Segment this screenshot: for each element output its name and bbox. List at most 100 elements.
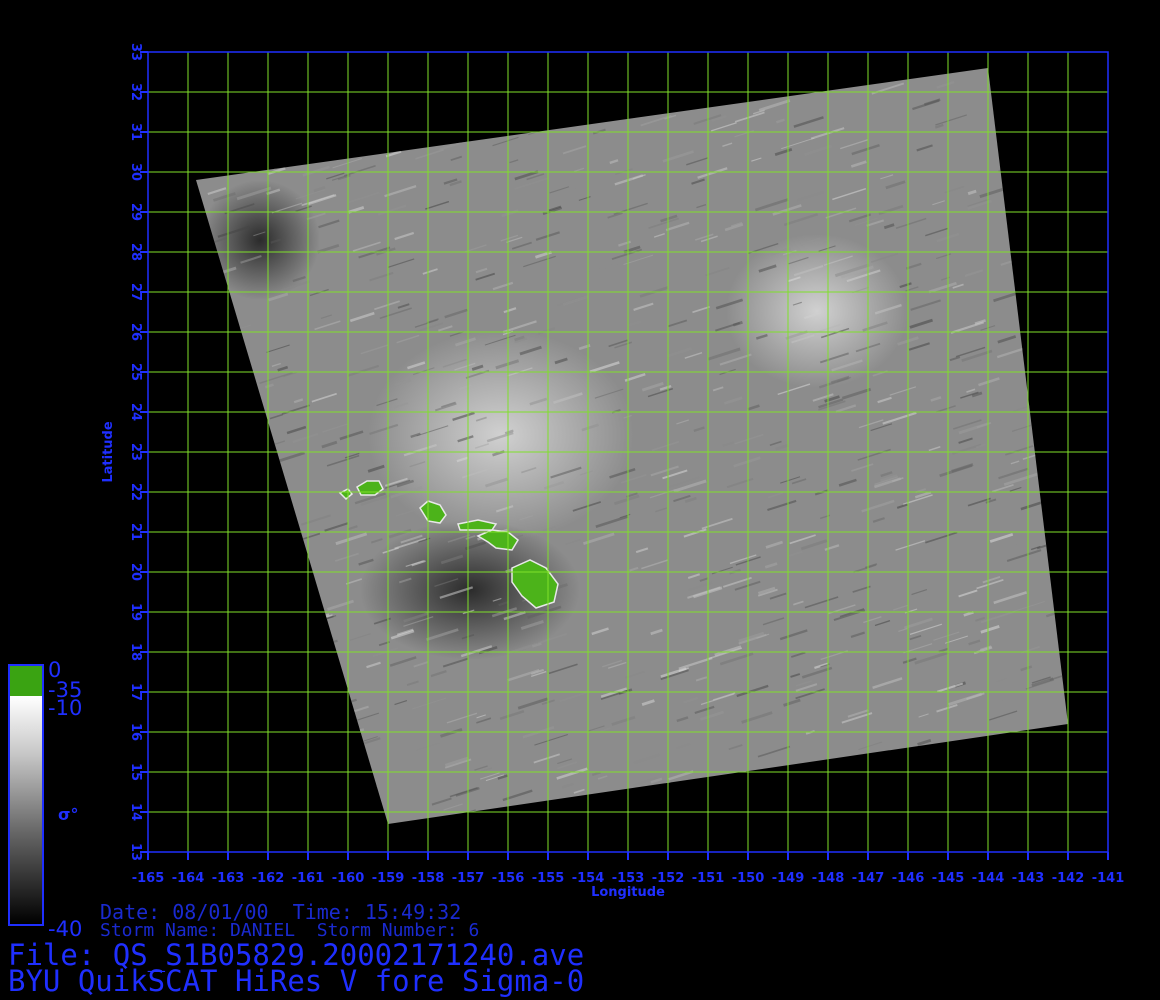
wind-streak <box>500 70 535 84</box>
longitude-axis: -165 -164 -163 -162 -161 -160 -159 -158 -157 -156… <box>132 852 1125 886</box>
wind-streak <box>1048 238 1068 249</box>
wind-streak <box>638 797 651 803</box>
wind-streak <box>243 628 265 638</box>
wind-streak <box>463 111 475 117</box>
wind-streak <box>489 820 501 824</box>
x-tick-label: -153 <box>612 871 645 886</box>
wind-streak <box>273 164 283 170</box>
wind-streak <box>301 665 333 677</box>
wind-streak <box>227 753 262 766</box>
wind-streak <box>238 446 251 452</box>
wind-streak <box>1041 732 1065 743</box>
wind-streak <box>1034 287 1067 300</box>
sigma0-map: -165 -164 -163 -162 -161 -160 -159 -158 -157 -156… <box>8 43 1125 941</box>
x-tick-label: -162 <box>252 871 285 886</box>
wind-streak <box>226 152 253 162</box>
wind-streak <box>394 68 421 72</box>
wind-streak <box>1070 601 1096 609</box>
wind-streak <box>227 579 263 594</box>
x-tick-label: -143 <box>1012 871 1045 886</box>
wind-streak <box>460 813 484 824</box>
wind-streak <box>1049 68 1068 72</box>
y-tick-label: 17 <box>128 683 143 701</box>
wind-streak <box>246 712 281 726</box>
wind-streak <box>753 84 766 91</box>
wind-streak <box>1030 234 1060 246</box>
wind-streak <box>230 498 254 509</box>
x-tick-label: -152 <box>652 871 685 886</box>
wind-streak <box>1069 629 1101 639</box>
wind-streak <box>275 572 300 582</box>
y-tick-label: 32 <box>128 83 143 101</box>
wind-streak <box>389 823 406 824</box>
wind-streak <box>220 470 245 481</box>
wind-streak <box>1041 111 1064 121</box>
wind-streak <box>232 616 243 622</box>
wind-streak <box>1076 304 1099 311</box>
wind-streak <box>1029 127 1047 135</box>
y-tick-label: 31 <box>128 123 143 141</box>
wind-streak <box>1065 265 1068 270</box>
latitude-axis: 13 14 15 16 17 18 19 20 21 22 23 24 25 26 27 28 29 30 31 32… <box>128 43 148 861</box>
wind-streak <box>629 79 654 89</box>
wind-streak <box>731 826 753 833</box>
wind-streak <box>1054 396 1068 408</box>
wind-streak <box>1066 377 1068 389</box>
wind-streak <box>233 575 257 585</box>
wind-streak <box>471 68 487 77</box>
wind-streak <box>248 822 258 824</box>
x-tick-label: -158 <box>412 871 445 886</box>
wind-streak <box>277 653 311 667</box>
wind-streak <box>843 806 866 816</box>
x-axis-label: Longitude <box>591 885 665 900</box>
wind-streak <box>202 158 220 167</box>
wind-streak <box>234 721 251 728</box>
x-tick-label: -156 <box>492 871 525 886</box>
x-tick-label: -155 <box>532 871 565 886</box>
wind-streak <box>647 85 667 94</box>
wind-streak <box>356 140 380 151</box>
wind-streak <box>1009 189 1023 196</box>
wind-streak <box>683 77 701 85</box>
wind-streak <box>208 468 239 480</box>
wind-streak <box>1060 68 1068 71</box>
wind-streak <box>300 68 330 78</box>
wind-streak <box>819 69 835 77</box>
wind-streak <box>895 68 925 79</box>
y-tick-label: 19 <box>128 603 143 621</box>
wind-streak <box>196 427 211 435</box>
wind-streak <box>346 92 380 105</box>
wind-streak <box>253 679 267 685</box>
wind-streak <box>239 572 253 579</box>
wind-streak <box>470 100 497 111</box>
wind-streak <box>336 58 360 66</box>
wind-streak <box>1015 772 1044 784</box>
x-tick-label: -141 <box>1092 871 1125 886</box>
y-tick-label: 14 <box>128 803 143 821</box>
colorbar-label-max: -10 <box>48 696 82 720</box>
wind-streak <box>202 632 224 642</box>
x-tick-label: -151 <box>692 871 725 886</box>
wind-streak <box>231 495 248 503</box>
wind-streak <box>482 96 493 102</box>
wind-streak <box>340 721 353 728</box>
y-tick-label: 27 <box>128 283 143 301</box>
wind-streak <box>319 637 334 644</box>
wind-streak <box>1051 463 1068 473</box>
wind-streak <box>304 718 339 731</box>
wind-streak <box>457 117 483 128</box>
wind-streak <box>321 762 334 768</box>
x-tick-label: -150 <box>732 871 765 886</box>
wind-streak <box>706 75 742 89</box>
sigma0-symbol: σ° <box>58 805 78 824</box>
wind-streak <box>861 815 883 824</box>
colorbar-land-swatch <box>10 666 42 696</box>
wind-streak <box>600 69 632 82</box>
wind-streak <box>507 815 537 824</box>
wind-streak <box>1050 168 1068 179</box>
wind-streak <box>670 98 692 107</box>
wind-streak <box>364 91 383 100</box>
wind-streak <box>196 637 230 650</box>
y-tick-label: 24 <box>128 403 143 421</box>
wind-streak <box>196 334 220 343</box>
